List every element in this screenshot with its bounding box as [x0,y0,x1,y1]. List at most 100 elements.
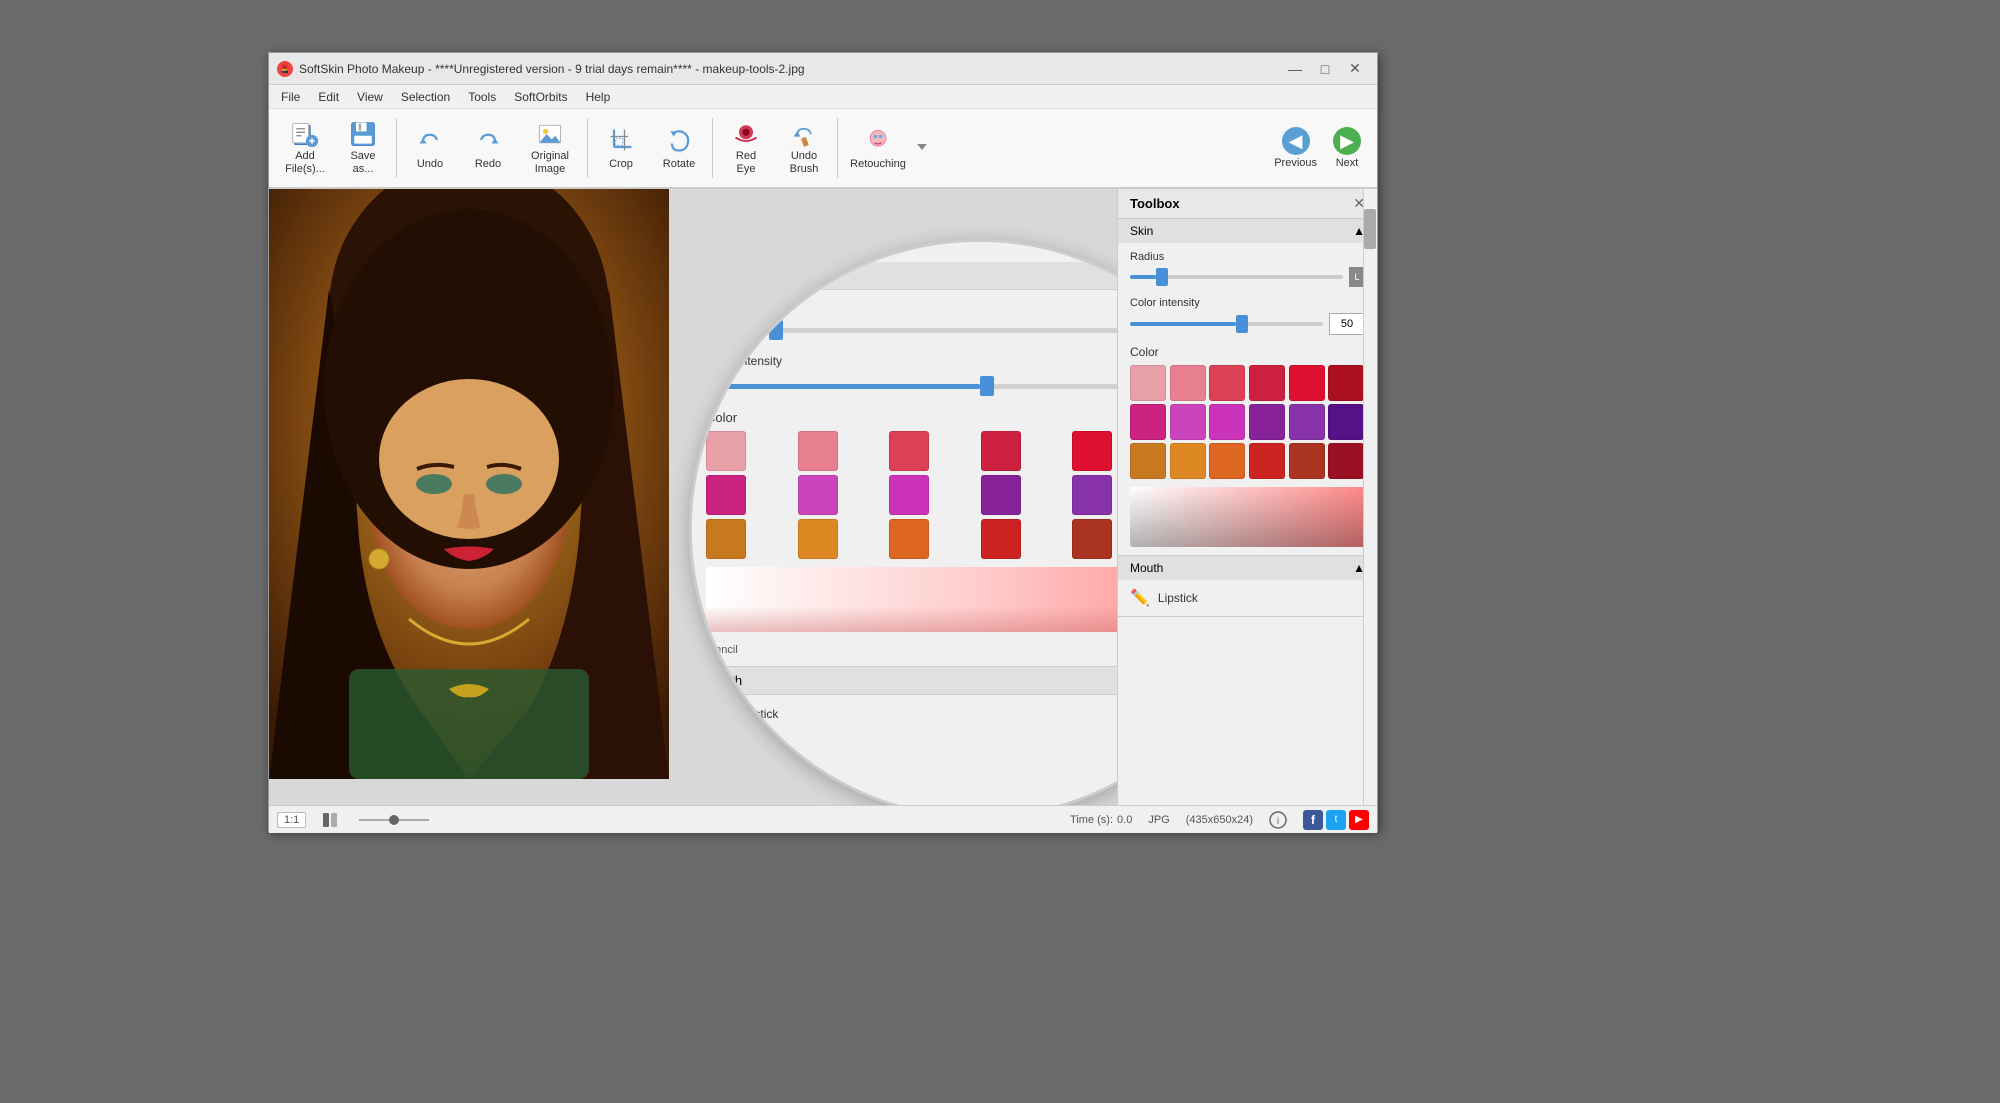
skin-section-header[interactable]: Skin ▲ [1118,219,1377,243]
previous-label: Previous [1274,157,1317,169]
view-toggle[interactable] [322,812,338,828]
swatch-16[interactable] [1289,443,1325,479]
color-picker-gradient[interactable] [706,567,1117,632]
original-image-button[interactable]: OriginalImage [518,116,582,180]
menu-view[interactable]: View [349,88,391,106]
swatch-2[interactable] [1209,365,1245,401]
swatch-9[interactable] [1249,404,1285,440]
color-swatch-0[interactable] [706,431,746,471]
color-swatch-9[interactable] [981,475,1021,515]
status-bar: 1:1 Time (s): 0.0 JPG (435x650x24) [269,805,1377,833]
previous-button[interactable]: ◀ Previous [1268,123,1323,173]
save-as-button[interactable]: Saveas... [335,116,391,180]
youtube-icon[interactable]: ▶ [1349,810,1369,830]
menu-file[interactable]: File [273,88,308,106]
intensity-value[interactable]: 50 [1329,313,1365,335]
radius-slider[interactable] [1130,275,1343,279]
swatch-13[interactable] [1170,443,1206,479]
swatch-8[interactable] [1209,404,1245,440]
red-eye-button[interactable]: RedEye [718,116,774,180]
intensity-thumb[interactable] [1236,315,1248,333]
image-area[interactable]: Skin ▲ Radius L [269,189,1117,805]
color-picker[interactable] [1130,487,1365,547]
swatch-1[interactable] [1170,365,1206,401]
twitter-icon[interactable]: t [1326,810,1346,830]
info-button[interactable]: i [1269,811,1287,829]
color-swatch-8[interactable] [889,475,929,515]
vertical-scrollbar[interactable] [1363,189,1377,805]
color-swatch-10[interactable] [1072,475,1112,515]
crop-button[interactable]: Crop [593,116,649,180]
swatch-12[interactable] [1130,443,1166,479]
radius-slider-track[interactable] [706,328,1117,333]
photo-container [269,189,669,779]
zoom-control[interactable]: 1:1 [277,812,306,828]
intensity-slider-track[interactable] [706,384,1117,389]
intensity-slider-row: 50 [706,374,1117,398]
intensity-slider-thumb[interactable] [980,376,994,396]
color-swatch-16[interactable] [1072,519,1112,559]
rotate-button[interactable]: Rotate [651,116,707,180]
swatch-3[interactable] [1249,365,1285,401]
color-swatch-6[interactable] [706,475,746,515]
color-swatch-15[interactable] [981,519,1021,559]
minimize-button[interactable]: — [1281,58,1309,80]
intensity-row: Color intensity 50 [1130,297,1365,335]
add-files-button[interactable]: AddFile(s)... [277,116,333,180]
mouth-section: Mouth ▲ ✏️ Lipstick [1118,556,1377,617]
original-image-icon [534,120,566,148]
next-button[interactable]: ▶ Next [1327,123,1367,173]
color-swatch-7[interactable] [798,475,838,515]
radius-slider-thumb[interactable] [769,320,783,340]
radius-thumb[interactable] [1156,268,1168,286]
menu-edit[interactable]: Edit [310,88,347,106]
toolbar-more[interactable] [915,140,929,157]
undo-brush-button[interactable]: UndoBrush [776,116,832,180]
color-swatch-13[interactable] [798,519,838,559]
menu-help[interactable]: Help [578,88,619,106]
skin-section-content: Radius L Color intensity [1118,243,1377,555]
info-icon: i [1269,811,1287,829]
swatch-15[interactable] [1249,443,1285,479]
swatch-14[interactable] [1209,443,1245,479]
svg-text:i: i [1277,816,1279,827]
scrollbar-thumb[interactable] [1364,209,1376,249]
color-grid [1130,365,1365,479]
color-swatches-row2 [692,475,1117,515]
menu-softorbits[interactable]: SoftOrbits [506,88,575,106]
save-as-label: Saveas... [350,150,375,176]
color-picker-overlay [706,567,1117,632]
redo-button[interactable]: Redo [460,116,516,180]
color-swatch-12[interactable] [706,519,746,559]
swatch-11[interactable] [1328,404,1364,440]
skin-section-header-zoomed: Skin ▲ [692,262,1117,290]
swatch-6[interactable] [1130,404,1166,440]
magnify-content: Skin ▲ Radius L [692,242,1117,805]
menu-tools[interactable]: Tools [460,88,504,106]
swatch-17[interactable] [1328,443,1364,479]
retouching-icon [862,124,894,156]
color-swatch-4[interactable] [1072,431,1112,471]
color-swatch-2[interactable] [889,431,929,471]
maximize-button[interactable]: □ [1311,58,1339,80]
swatch-0[interactable] [1130,365,1166,401]
undo-brush-label: UndoBrush [790,150,819,176]
facebook-icon[interactable]: f [1303,810,1323,830]
color-swatch-14[interactable] [889,519,929,559]
undo-button[interactable]: Undo [402,116,458,180]
retouching-button[interactable]: Retouching [843,116,913,180]
color-swatch-3[interactable] [981,431,1021,471]
color-swatch-1[interactable] [798,431,838,471]
close-button[interactable]: ✕ [1341,58,1369,80]
zoom-slider-area[interactable] [354,813,434,827]
mouth-section-header[interactable]: Mouth ▲ [1118,556,1377,580]
menu-selection[interactable]: Selection [393,88,458,106]
swatch-4[interactable] [1289,365,1325,401]
swatch-10[interactable] [1289,404,1325,440]
swatch-5[interactable] [1328,365,1364,401]
intensity-slider[interactable] [1130,322,1323,326]
zoom-value: 1:1 [284,814,299,826]
add-files-label: AddFile(s)... [285,150,325,176]
swatch-7[interactable] [1170,404,1206,440]
toolbox-title: Toolbox [1130,196,1180,211]
